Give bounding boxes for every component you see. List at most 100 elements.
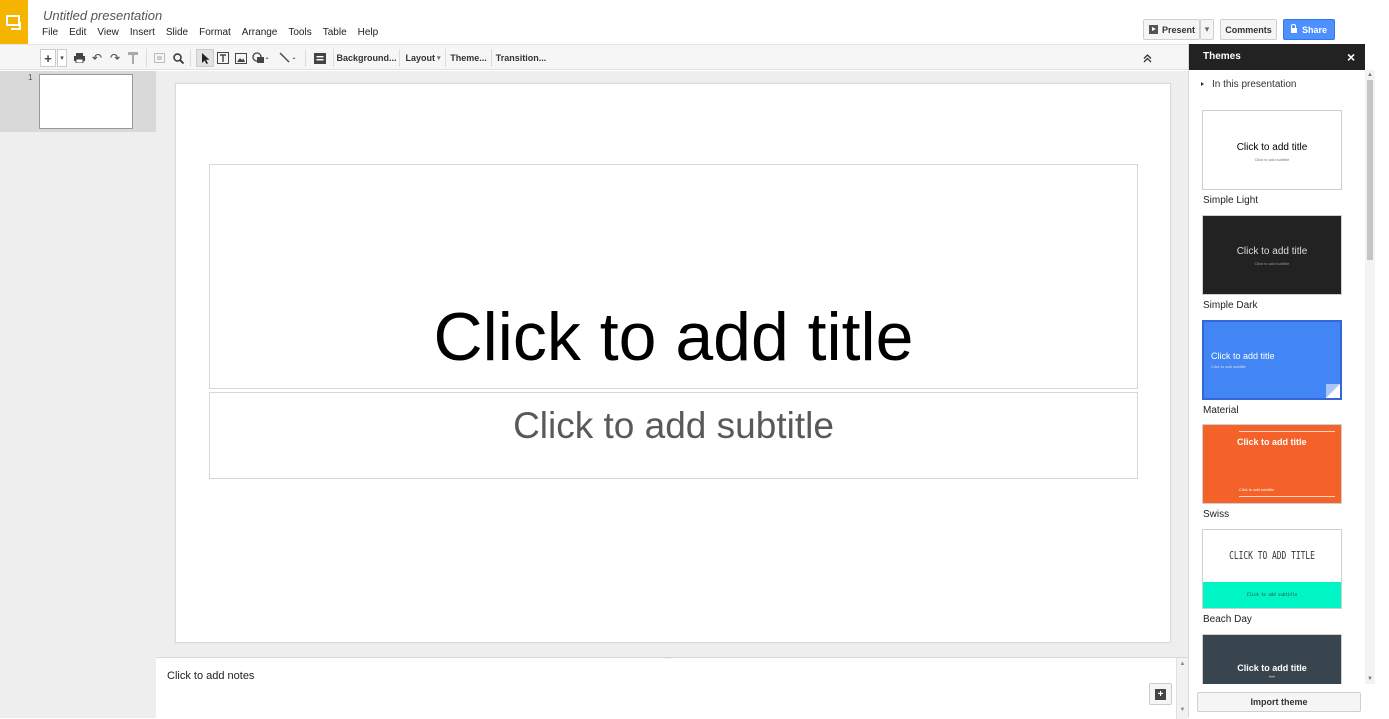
close-icon[interactable]: ×: [1347, 49, 1355, 65]
theme-card-simple-dark[interactable]: Click to add title Click to add subtitle: [1202, 215, 1342, 295]
theme-name: Simple Dark: [1203, 300, 1258, 311]
scroll-up-icon[interactable]: ▲: [1367, 72, 1373, 78]
present-dropdown-button[interactable]: ▾: [1200, 19, 1214, 40]
slide-canvas-area: Click to add title Click to add subtitle: [156, 71, 1188, 657]
expand-triangle-icon: [1201, 82, 1204, 86]
layout-button[interactable]: Layout ▾: [404, 49, 442, 67]
share-button[interactable]: Share: [1283, 19, 1335, 40]
menu-table[interactable]: Table: [323, 27, 347, 38]
share-label: Share: [1301, 24, 1327, 35]
theme-card-dark-slate[interactable]: Click to add title •••: [1202, 634, 1342, 684]
toolbar-separator: [305, 49, 306, 67]
chevron-down-icon: ▾: [437, 55, 441, 62]
themes-panel-title: Themes: [1203, 51, 1241, 62]
menu-edit[interactable]: Edit: [69, 27, 86, 38]
toolbar-separator: [399, 49, 400, 67]
theme-preview-subtitle: Click to add subtitle: [1254, 157, 1290, 162]
slide-number: 1: [28, 73, 33, 82]
collapse-toolbar-icon[interactable]: [1140, 49, 1154, 67]
speaker-notes-area[interactable]: ··· Click to add notes + ▲ ▼: [156, 655, 1188, 719]
text-box-icon[interactable]: [216, 49, 230, 67]
theme-card-simple-light[interactable]: Click to add title Click to add subtitle: [1202, 110, 1342, 190]
toolbar: + ▾ ↶ ↷ Background... Layout ▾ Theme... T…: [0, 44, 1188, 70]
lock-icon: [1290, 24, 1297, 33]
paint-format-icon[interactable]: [126, 49, 140, 67]
select-pointer-icon[interactable]: [196, 49, 214, 67]
scrollbar-thumb[interactable]: [1367, 80, 1373, 260]
document-title[interactable]: Untitled presentation: [43, 8, 162, 23]
slides-logo-icon[interactable]: [0, 0, 28, 44]
image-icon[interactable]: [234, 49, 248, 67]
theme-name: Swiss: [1203, 509, 1230, 520]
line-icon[interactable]: [278, 49, 300, 67]
themes-panel-header: Themes ×: [1189, 44, 1365, 70]
toolbar-separator: [445, 49, 446, 67]
new-slide-button[interactable]: +: [40, 49, 56, 67]
zoom-icon[interactable]: [171, 49, 185, 67]
in-this-presentation-toggle[interactable]: In this presentation: [1201, 79, 1297, 90]
theme-preview-title: Click to add title: [1211, 351, 1275, 361]
add-comment-button[interactable]: +: [1149, 683, 1172, 705]
plus-icon: +: [1155, 688, 1166, 700]
present-button[interactable]: Present: [1143, 19, 1200, 40]
toolbar-separator: [491, 49, 492, 67]
menu-insert[interactable]: Insert: [130, 27, 155, 38]
redo-icon[interactable]: ↷: [108, 49, 122, 67]
notes-resize-handle[interactable]: ···: [664, 655, 671, 662]
theme-preview-title: Click to add title: [1236, 246, 1308, 257]
subtitle-placeholder-box[interactable]: Click to add subtitle: [209, 392, 1138, 479]
chevron-down-icon: ▾: [1204, 24, 1210, 34]
menu-format[interactable]: Format: [199, 27, 231, 38]
slide-canvas[interactable]: Click to add title Click to add subtitle: [175, 83, 1171, 643]
shape-icon[interactable]: [251, 49, 271, 67]
theme-preview-title: CLICK TO ADD TITLE: [1229, 549, 1315, 562]
theme-name: Simple Light: [1203, 195, 1259, 206]
background-button[interactable]: Background...: [337, 49, 397, 67]
import-theme-button[interactable]: Import theme: [1197, 692, 1361, 712]
present-label: Present: [1162, 24, 1196, 35]
theme-card-material[interactable]: Click to add title Click to add subtitle: [1202, 320, 1342, 400]
undo-icon[interactable]: ↶: [90, 49, 104, 67]
scroll-down-icon[interactable]: ▼: [1367, 676, 1373, 682]
menu-slide[interactable]: Slide: [166, 27, 188, 38]
theme-preview-title: Click to add title: [1237, 437, 1307, 447]
menu-help[interactable]: Help: [358, 27, 379, 38]
themes-panel: Themes × ▲ ▼ In this presentation Click …: [1188, 44, 1389, 718]
menu-view[interactable]: View: [97, 27, 119, 38]
toolbar-separator: [333, 49, 334, 67]
toolbar-separator: [146, 49, 147, 67]
theme-card-swiss[interactable]: Click to add title Click to add subtitle: [1202, 424, 1342, 504]
comments-button[interactable]: Comments: [1220, 19, 1277, 40]
menu-file[interactable]: File: [42, 27, 58, 38]
notes-placeholder[interactable]: Click to add notes: [167, 670, 254, 682]
new-slide-layout-dropdown[interactable]: ▾: [57, 49, 67, 67]
print-icon[interactable]: [72, 49, 86, 67]
scroll-down-icon[interactable]: ▼: [1177, 707, 1188, 713]
theme-preview-title: Click to add title: [1236, 142, 1308, 153]
theme-name: Material: [1203, 405, 1239, 416]
theme-preview-subtitle: Click to add subtitle: [1239, 487, 1274, 492]
theme-preview-subtitle: Click to add subtitle: [1254, 261, 1290, 266]
comment-icon[interactable]: [312, 49, 328, 67]
page-fold-decoration: [1326, 384, 1340, 398]
menu-arrange[interactable]: Arrange: [242, 27, 278, 38]
title-placeholder-box[interactable]: Click to add title: [209, 164, 1138, 389]
theme-preview-title: Click to add title: [1237, 663, 1307, 673]
transition-button[interactable]: Transition...: [496, 49, 547, 67]
scroll-up-icon[interactable]: ▲: [1177, 661, 1188, 667]
play-icon: [1149, 25, 1158, 34]
themes-scrollbar[interactable]: ▲ ▼: [1365, 70, 1375, 684]
theme-card-beach-day[interactable]: CLICK TO ADD TITLE Click to add subtitle: [1202, 529, 1342, 609]
zoom-fit-icon[interactable]: [152, 49, 166, 67]
theme-decoration-dots: •••: [1268, 675, 1276, 681]
theme-decoration-line: [1239, 496, 1335, 497]
subtitle-placeholder-text: Click to add subtitle: [513, 405, 834, 446]
filmstrip-slide[interactable]: 1: [0, 71, 156, 132]
toolbar-separator: [190, 49, 191, 67]
theme-button[interactable]: Theme...: [450, 49, 487, 67]
menu-tools[interactable]: Tools: [288, 27, 311, 38]
theme-name: Beach Day: [1203, 614, 1252, 625]
slide-thumbnail[interactable]: [39, 74, 133, 129]
notes-scrollbar[interactable]: ▲ ▼: [1176, 658, 1188, 719]
in-this-presentation-label: In this presentation: [1212, 79, 1297, 90]
